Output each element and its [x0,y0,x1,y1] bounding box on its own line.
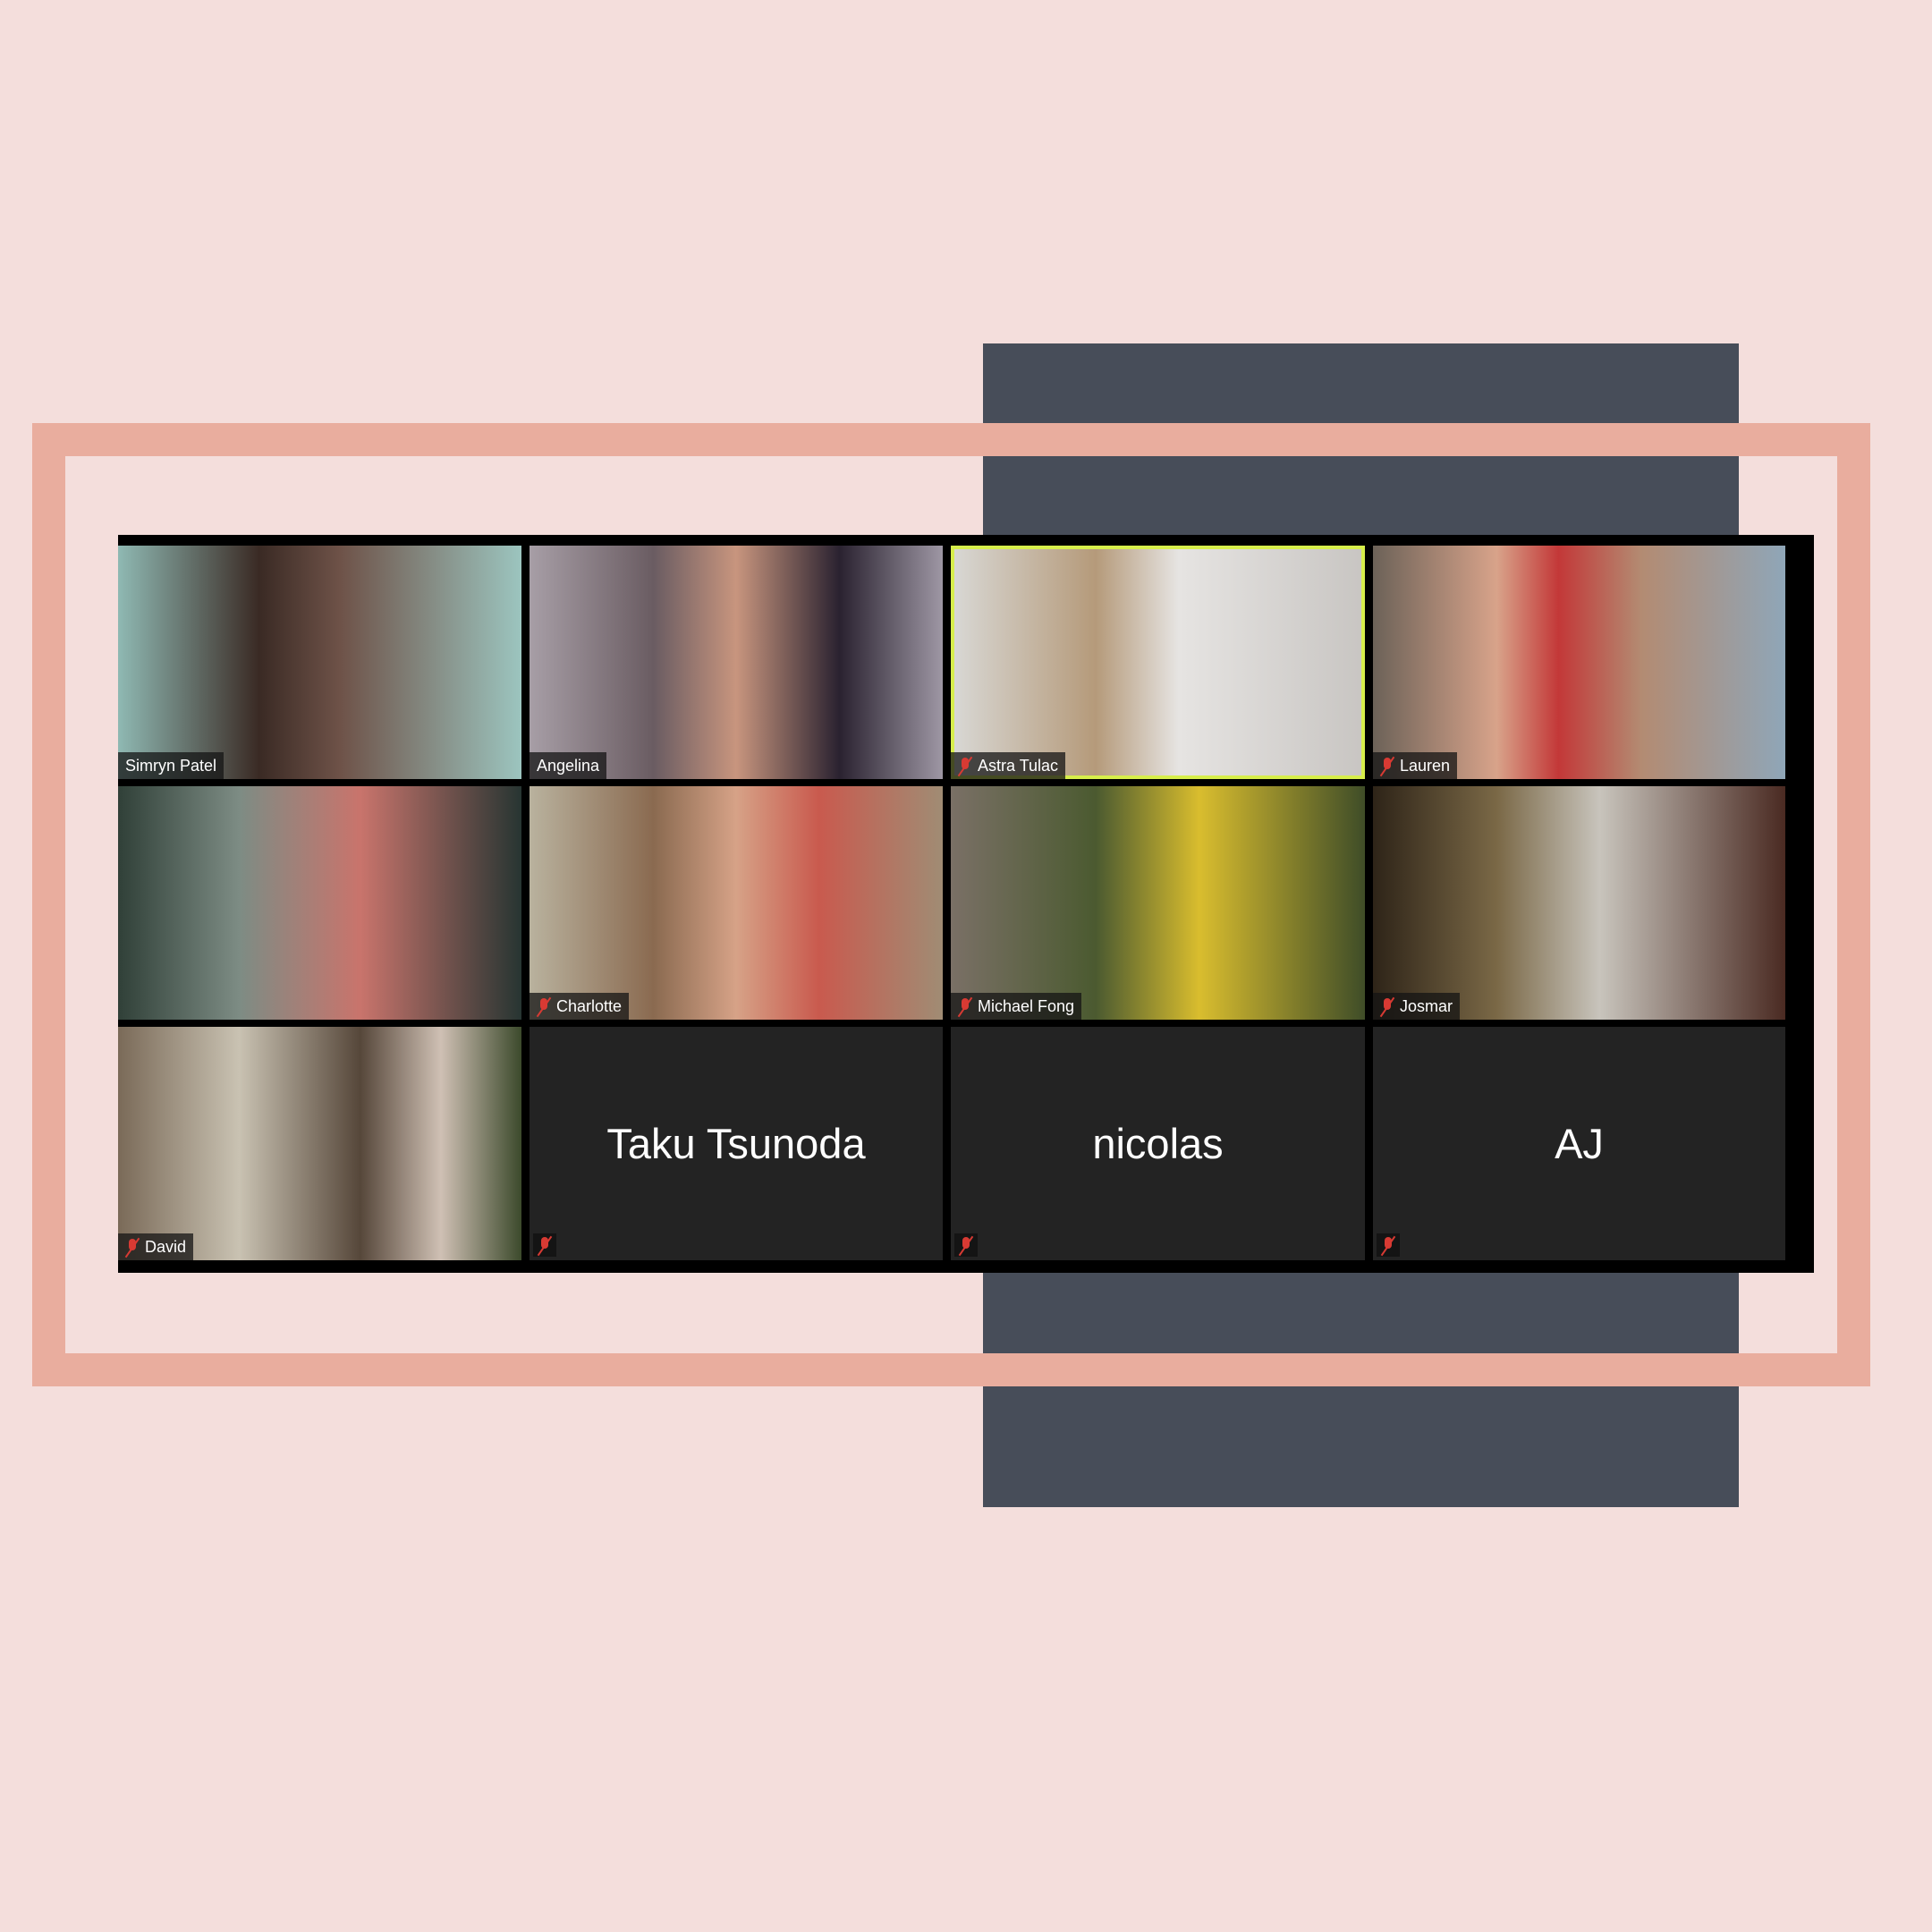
participant-tile[interactable]: Angelina [530,546,943,779]
participant-name: Lauren [1400,756,1451,775]
participant-tile[interactable]: nicolas [951,1027,1365,1260]
muted-mic-icon [1380,756,1394,775]
participant-name: Astra Tulac [978,756,1059,775]
participant-name: nicolas [1092,1120,1224,1167]
muted-mic-icon [538,1235,552,1255]
participant-name-label: Simryn Patel [118,752,225,779]
participant-name: Michael Fong [978,996,1075,1015]
muted-mic-badge [954,1233,978,1257]
muted-mic-icon [1381,1235,1395,1255]
participant-name: Taku Tsunoda [606,1120,866,1167]
participant-name-label: Lauren [1373,752,1458,779]
participant-tile[interactable]: Michael Fong [951,786,1365,1020]
muted-mic-icon [125,1237,140,1257]
participant-tile[interactable]: David [118,1027,521,1260]
participant-name-label: David [118,1233,194,1260]
participant-name-label: Astra Tulac [951,752,1066,779]
muted-mic-badge [533,1233,556,1257]
muted-mic-icon [959,1235,973,1255]
participant-tile[interactable]: Astra Tulac [951,546,1365,779]
participant-tile[interactable]: Charlotte [530,786,943,1020]
participant-name-label: Charlotte [530,993,630,1020]
participant-tile[interactable]: Josmar [1373,786,1785,1020]
participant-name: Angelina [537,756,600,775]
muted-mic-badge [1377,1233,1400,1257]
participant-name: AJ [1555,1120,1604,1167]
participant-tile[interactable] [118,786,521,1020]
participant-tile[interactable]: Taku Tsunoda [530,1027,943,1260]
video-gallery: Simryn Patel Angelina Astra Tulac Lauren Cha… [118,535,1814,1273]
participant-name-label: Michael Fong [951,993,1082,1020]
participant-tile[interactable]: Lauren [1373,546,1785,779]
participant-tile[interactable]: Simryn Patel [118,546,521,779]
muted-mic-icon [958,756,972,775]
participant-name: Charlotte [556,996,623,1015]
participant-name: David [145,1237,187,1256]
muted-mic-icon [1380,996,1394,1016]
participant-name: Simryn Patel [125,756,217,775]
participant-name-label: Angelina [530,752,607,779]
participant-name-label: Josmar [1373,993,1461,1020]
muted-mic-icon [958,996,972,1016]
muted-mic-icon [537,996,551,1016]
participant-name: Josmar [1400,996,1453,1015]
participant-tile[interactable]: AJ [1373,1027,1785,1260]
